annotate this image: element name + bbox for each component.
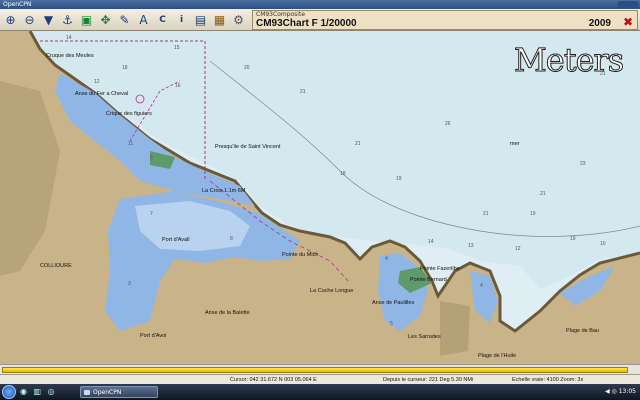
label-collioure: COLLIOURE — [40, 263, 72, 269]
chart-name: CM93Chart F 1/20000 — [256, 18, 357, 29]
status-bar: Cursor: 042 31.672 N 003 05.064 E Depuis… — [0, 374, 640, 384]
chart-info-panel: CM93Composite CM93Chart F 1/20000 2009 ✖ — [252, 10, 638, 30]
depth-sounding: 21 — [355, 141, 361, 147]
label-sarrades: Les Sarrades — [408, 334, 441, 340]
depth-sounding: 26 — [445, 121, 451, 127]
window-controls[interactable] — [618, 1, 638, 8]
label-balette: Anse de la Balette — [205, 310, 250, 316]
label-croix: La Croix 1.1m 6M — [202, 188, 246, 194]
depth-sounding: 23 — [580, 161, 586, 167]
label-meules: Cruque des Meules — [46, 53, 94, 59]
label-faz: Pointe Fazerlibe — [420, 266, 460, 272]
pan-icon[interactable]: ✥ — [97, 11, 114, 29]
chart-icon[interactable]: ▣ — [78, 11, 95, 29]
depth-sounding: 21 — [540, 191, 546, 197]
quick-launch-icons[interactable]: ◉ ▥ ◎ — [20, 387, 57, 396]
depth-sounding: 5 — [390, 321, 393, 327]
depth-sounding: 19 — [530, 211, 536, 217]
label-cuche: La Cuche Longue — [310, 288, 354, 294]
depth-sounding: 18 — [340, 171, 346, 177]
depth-sounding: 21 — [600, 71, 606, 77]
depth-sounding: 16 — [175, 83, 181, 89]
depth-sounding: 13 — [468, 243, 474, 249]
info-icon[interactable]: i — [173, 11, 190, 29]
chart-edition: 2009 — [588, 18, 611, 29]
scale-in-icon[interactable]: ▼ — [40, 11, 57, 29]
depth-sounding: 21 — [300, 89, 306, 95]
depth-sounding: 4 — [480, 283, 483, 289]
chart-canvas[interactable]: Meters Cruque des Meules Anse du Fer a C… — [0, 31, 640, 364]
depth-sounding: 5 — [150, 155, 153, 161]
toolbar: ⊕ ⊖ ▼ ⚓ ▣ ✥ ✎ A C i ▤ ▦ ⚙ CM93Composite … — [0, 9, 640, 31]
label-anse-fer: Anse du Fer a Cheval — [75, 91, 129, 97]
label-port-vendres: Pointe du Mich — [282, 252, 319, 258]
chart-source: CM93Composite — [256, 11, 306, 18]
start-button[interactable] — [2, 385, 16, 399]
depth-sounding: 21 — [483, 211, 489, 217]
opencpn-window: OpenCPN ⊕ ⊖ ▼ ⚓ ▣ ✥ ✎ A C i ▤ ▦ ⚙ CM93Co… — [0, 0, 640, 400]
depth-sounding: 15 — [174, 45, 180, 51]
system-tray: ◀ ◎ 13:05 — [605, 388, 636, 395]
label-figuier: Crique des figuiers — [106, 111, 152, 117]
depth-sounding: 4 — [385, 256, 388, 262]
zoom-in-icon[interactable]: ⊕ — [2, 11, 19, 29]
settings-icon[interactable]: ⚙ — [230, 11, 247, 29]
text-icon[interactable]: A — [135, 11, 152, 29]
depth-sounding: 10 — [600, 241, 606, 247]
depth-sounding: 19 — [396, 176, 402, 182]
center-ship-icon[interactable]: C — [154, 11, 171, 29]
label-poule: Plage de l'Huile — [478, 353, 517, 359]
depth-sounding: 14 — [66, 35, 72, 41]
depth-sounding: 11 — [128, 141, 134, 147]
label-bau: Plage de Bau — [566, 328, 600, 334]
zoom-out-icon[interactable]: ⊖ — [21, 11, 38, 29]
label-port-avall: Port d'Avall — [162, 237, 190, 243]
close-icon[interactable]: ✖ — [623, 15, 633, 29]
depth-sounding: 3 — [128, 281, 131, 287]
label-bernard: Pointe Bernard — [410, 277, 447, 283]
units-overlay: Meters — [513, 41, 624, 80]
depth-sounding: 12 — [515, 246, 521, 252]
depth-sounding: 7 — [150, 211, 153, 217]
depth-sounding: 8 — [230, 236, 233, 242]
progress-fill — [2, 367, 629, 373]
print-icon[interactable]: ▤ — [192, 11, 209, 29]
depth-sounding: 12 — [94, 79, 100, 85]
label-paulilles: Anse de Paulilles — [372, 300, 415, 306]
depth-sounding: 18 — [122, 65, 128, 71]
scale-out-icon[interactable]: ⚓ — [59, 11, 76, 29]
depth-sounding: 14 — [428, 239, 434, 245]
taskbar-item-opencpn[interactable]: OpenCPN — [80, 386, 158, 398]
window-titlebar: OpenCPN — [0, 0, 640, 9]
depth-sounding: 20 — [244, 65, 250, 71]
tides-icon[interactable]: ▦ — [211, 11, 228, 29]
taskbar: ◉ ▥ ◎ OpenCPN ◀ ◎ 13:05 — [0, 384, 640, 400]
route-icon[interactable]: ✎ — [116, 11, 133, 29]
window-title: OpenCPN — [3, 1, 32, 8]
label-port-avoi: Port d'Avoi — [140, 333, 167, 339]
label-mer: mer — [510, 141, 520, 147]
chart-load-progress — [0, 364, 640, 374]
label-vincent: Presqu'ile de Saint Vincent — [215, 144, 281, 150]
depth-sounding: 19 — [570, 236, 576, 242]
